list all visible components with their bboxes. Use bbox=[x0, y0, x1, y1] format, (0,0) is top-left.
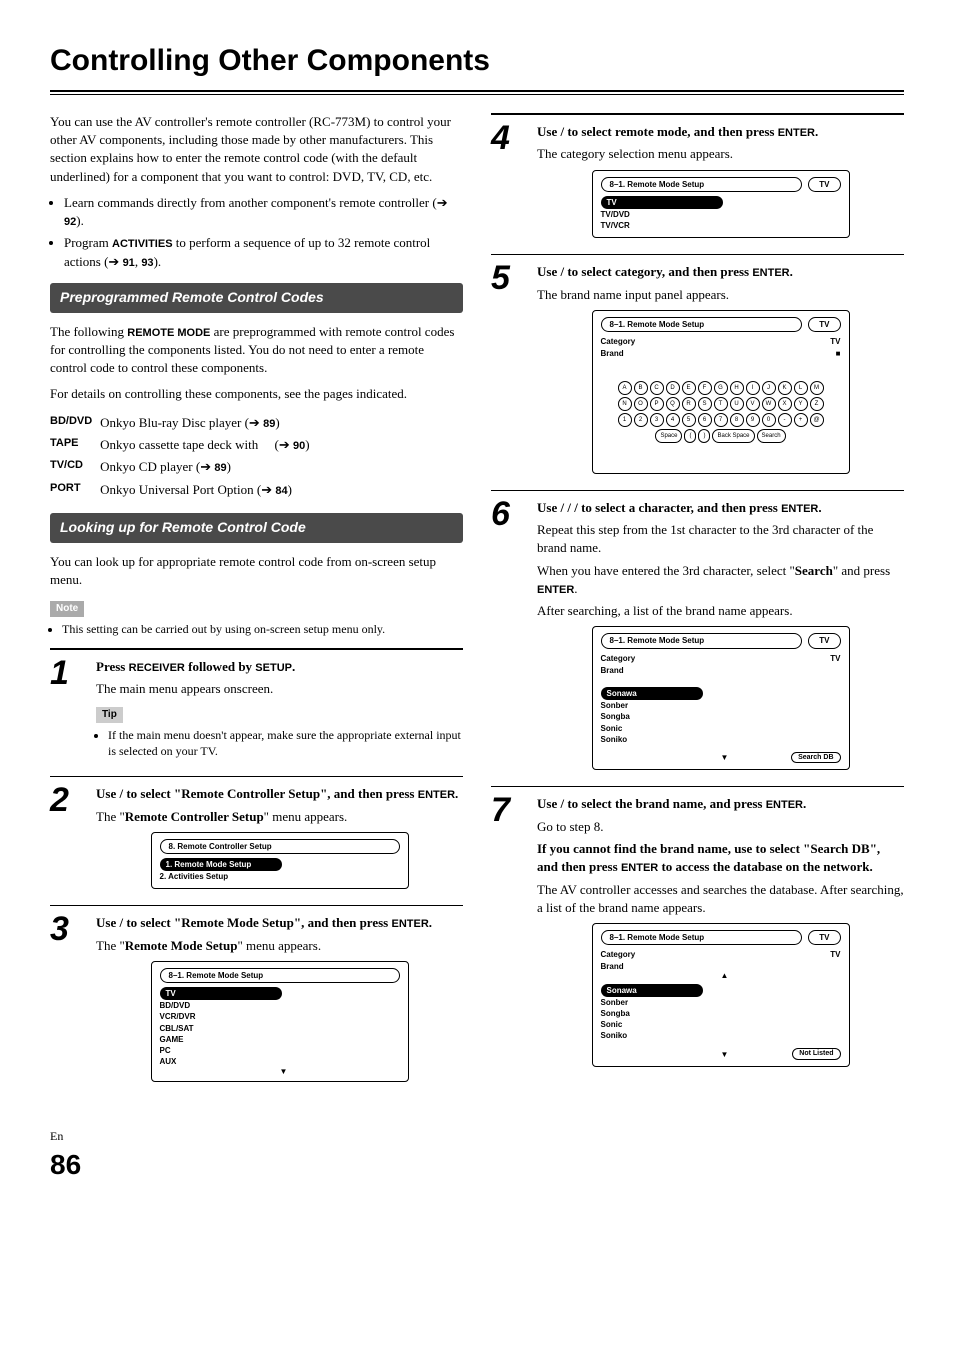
paragraph: The following REMOTE MODE are preprogram… bbox=[50, 323, 463, 378]
section-heading: Looking up for Remote Control Code bbox=[50, 513, 463, 543]
onscreen-menu: 8–1. Remote Mode Setup TV BD/DVD VCR/DVR… bbox=[151, 961, 409, 1083]
rule bbox=[50, 94, 904, 95]
table-row: PORT Onkyo Universal Port Option (➔ 84) bbox=[50, 479, 318, 501]
step: 2 Use / to select "Remote Controller Set… bbox=[50, 783, 463, 899]
step-number: 3 bbox=[50, 912, 96, 1092]
step-number: 2 bbox=[50, 783, 96, 899]
page-title: Controlling Other Components bbox=[50, 40, 904, 82]
step-number: 5 bbox=[491, 261, 537, 484]
intro-paragraph: You can use the AV controller's remote c… bbox=[50, 113, 463, 186]
onscreen-menu: 8. Remote Controller Setup 1. Remote Mod… bbox=[151, 832, 409, 890]
step: 7 Use / to select the brand name, and pr… bbox=[491, 793, 904, 1077]
rule bbox=[50, 90, 904, 92]
bullet: Learn commands directly from another com… bbox=[64, 194, 463, 231]
step-number: 1 bbox=[50, 656, 96, 770]
onscreen-menu: 8–1. Remote Mode SetupTV CategoryTV Bran… bbox=[592, 923, 850, 1067]
note-list: This setting can be carried out by using… bbox=[50, 621, 463, 638]
table-row: BD/DVD Onkyo Blu-ray Disc player (➔ 89) bbox=[50, 412, 318, 434]
codes-table: BD/DVD Onkyo Blu-ray Disc player (➔ 89) … bbox=[50, 412, 318, 502]
step: 4 Use / to select remote mode, and then … bbox=[491, 121, 904, 248]
note-badge: Note bbox=[50, 601, 84, 617]
step-number: 4 bbox=[491, 121, 537, 248]
onscreen-menu: 8–1. Remote Mode SetupTV CategoryTV Bran… bbox=[592, 310, 850, 474]
onscreen-keyboard: ABCDEFGHIJKLM NOPQRSTUVWXYZ 1234567890-+… bbox=[601, 381, 841, 443]
step-number: 6 bbox=[491, 497, 537, 781]
step: 1 Press RECEIVER followed by SETUP. The … bbox=[50, 656, 463, 770]
onscreen-menu: 8–1. Remote Mode SetupTV TV TV/DVD TV/VC… bbox=[592, 170, 850, 239]
section-heading: Preprogrammed Remote Control Codes bbox=[50, 283, 463, 313]
step-number: 7 bbox=[491, 793, 537, 1077]
step: 6 Use / / / to select a character, and t… bbox=[491, 497, 904, 781]
table-row: TV/CD Onkyo CD player (➔ 89) bbox=[50, 456, 318, 478]
note-item: This setting can be carried out by using… bbox=[62, 621, 463, 638]
paragraph: You can look up for appropriate remote c… bbox=[50, 553, 463, 589]
tip-badge: Tip bbox=[96, 707, 123, 723]
step: 3 Use / to select "Remote Mode Setup", a… bbox=[50, 912, 463, 1092]
table-row: TAPE Onkyo cassette tape deck with (➔ 90… bbox=[50, 434, 318, 456]
step: 5 Use / to select category, and then pre… bbox=[491, 261, 904, 484]
paragraph: For details on controlling these compone… bbox=[50, 385, 463, 403]
page-footer: En 86 bbox=[50, 1128, 904, 1184]
intro-bullets: Learn commands directly from another com… bbox=[50, 194, 463, 271]
onscreen-menu: 8–1. Remote Mode SetupTV CategoryTV Bran… bbox=[592, 626, 850, 770]
bullet: Program ACTIVITIES to perform a sequence… bbox=[64, 234, 463, 271]
